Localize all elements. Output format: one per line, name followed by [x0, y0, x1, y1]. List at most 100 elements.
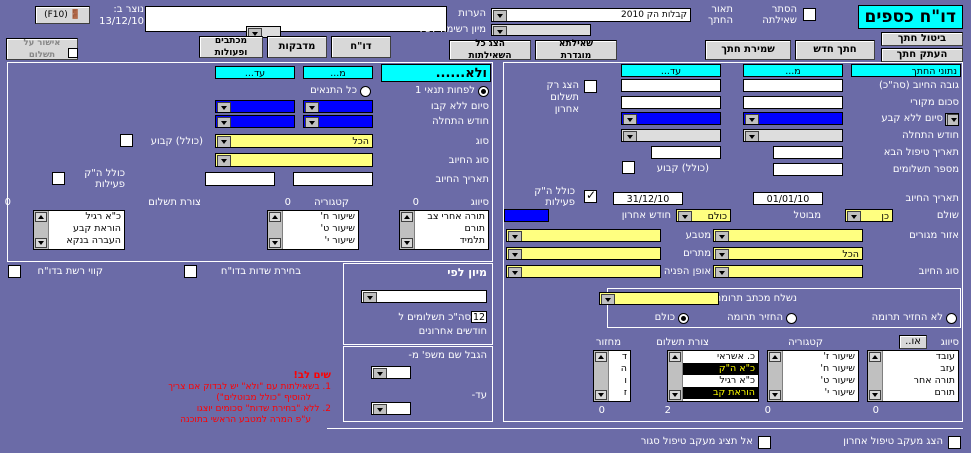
- months-field[interactable]: 12: [471, 311, 487, 323]
- chevron-down-icon[interactable]: [305, 102, 319, 112]
- chevron-down-icon[interactable]: [715, 231, 729, 241]
- list-item[interactable]: שיעור י': [283, 235, 358, 247]
- chevron-down-icon[interactable]: [508, 231, 522, 241]
- save-cut-button[interactable]: שמירת חתך: [705, 40, 791, 60]
- list-item[interactable]: העברה בנקא: [49, 235, 124, 247]
- not-start-to[interactable]: [215, 115, 295, 128]
- saved-query-button[interactable]: שאילתא מוגדרת: [535, 39, 617, 61]
- referral-select[interactable]: [506, 265, 661, 278]
- show-followup-checkbox[interactable]: [948, 436, 961, 449]
- radio-returned[interactable]: [786, 313, 797, 324]
- list-item[interactable]: כ"א רגיל: [683, 375, 758, 387]
- list-item[interactable]: ד: [609, 351, 630, 363]
- bill-type-select[interactable]: [713, 265, 863, 278]
- list-item[interactable]: שיעור ח': [283, 211, 358, 223]
- end-to[interactable]: [621, 112, 721, 125]
- list-item[interactable]: שיעור ט': [783, 375, 858, 387]
- chevron-down-icon[interactable]: [678, 211, 692, 221]
- not-end-from[interactable]: [303, 100, 373, 113]
- siyug-or-button[interactable]: או..: [899, 335, 927, 349]
- chevron-down-icon[interactable]: [601, 294, 615, 304]
- not-incl-fixed-checkbox[interactable]: [120, 134, 133, 147]
- area-select[interactable]: [713, 229, 863, 242]
- chevron-down-icon[interactable]: [305, 117, 319, 127]
- list-item[interactable]: תורה אחר: [883, 375, 958, 387]
- sort-list-field[interactable]: [491, 24, 591, 36]
- list-item[interactable]: תורם: [415, 223, 488, 235]
- choose-fields-checkbox[interactable]: [184, 265, 197, 278]
- chevron-down-icon[interactable]: [373, 368, 387, 378]
- stickers-button[interactable]: מדבקות: [267, 36, 327, 58]
- not-incl-hak-checkbox[interactable]: [52, 172, 65, 185]
- donors-select[interactable]: [506, 247, 661, 260]
- limit-from[interactable]: [371, 366, 411, 379]
- paid-select[interactable]: כן: [845, 209, 893, 222]
- incl-fixed-checkbox[interactable]: [622, 161, 635, 174]
- bill-date-to[interactable]: 31/12/10: [613, 192, 683, 205]
- pay-form-list[interactable]: כ. אשראי כ"א ה"ק כ"א רגיל הוראת קב: [667, 350, 759, 402]
- hide-closed-checkbox[interactable]: [758, 436, 771, 449]
- list-item[interactable]: ו: [609, 375, 630, 387]
- radio-all[interactable]: [678, 313, 689, 324]
- chevron-down-icon[interactable]: [508, 267, 522, 277]
- start-month-from[interactable]: [743, 129, 843, 142]
- new-cut-button[interactable]: חתך חדש: [795, 40, 875, 60]
- show-last-checkbox[interactable]: [584, 80, 597, 93]
- list-item[interactable]: הוראת קב: [683, 387, 758, 399]
- not-start-from[interactable]: [303, 115, 373, 128]
- list-item[interactable]: שיעור י': [783, 387, 858, 399]
- total-to[interactable]: [621, 79, 721, 92]
- cancel-cut-button[interactable]: ביטול חתך: [881, 32, 963, 46]
- payments-from[interactable]: [773, 163, 843, 176]
- end-from[interactable]: [743, 112, 843, 125]
- radio-one-condition[interactable]: [478, 86, 489, 97]
- chevron-down-icon[interactable]: [493, 26, 507, 35]
- list-item[interactable]: תורם: [883, 387, 958, 399]
- siyug-list[interactable]: עובד עזב תורה אחר תורם: [867, 350, 959, 402]
- category-list[interactable]: שיעור ז' שיעור ח' שיעור ט' שיעור י': [767, 350, 859, 402]
- last-month-field[interactable]: [504, 209, 549, 222]
- next-care-to[interactable]: [651, 146, 721, 159]
- notes-field[interactable]: [145, 6, 447, 32]
- list-item[interactable]: הוראת קבע: [49, 223, 124, 235]
- end-toggle[interactable]: [945, 113, 959, 126]
- list-item[interactable]: שיעור ז': [783, 351, 858, 363]
- original-from[interactable]: [743, 96, 843, 109]
- list-item[interactable]: עזב: [883, 363, 958, 375]
- type-select[interactable]: הכל: [713, 247, 863, 260]
- chevron-down-icon[interactable]: [217, 102, 231, 112]
- list-item[interactable]: ה: [609, 363, 630, 375]
- send-letter-select[interactable]: [599, 292, 719, 305]
- chevron-down-icon[interactable]: [947, 114, 958, 125]
- chevron-down-icon[interactable]: [715, 249, 729, 259]
- chevron-down-icon[interactable]: [217, 155, 231, 166]
- chevron-down-icon[interactable]: [623, 114, 637, 124]
- start-month-to[interactable]: [621, 129, 721, 142]
- not-pay-form-list[interactable]: כ"א רגיל הוראת קבע העברה בנקא: [33, 210, 125, 250]
- currency-select[interactable]: [506, 229, 661, 242]
- chevron-down-icon[interactable]: [623, 131, 637, 141]
- list-item[interactable]: ז: [609, 387, 630, 399]
- list-item[interactable]: תלמיד: [415, 235, 488, 247]
- report-button[interactable]: דו"ח: [331, 36, 391, 58]
- chevron-down-icon[interactable]: [493, 10, 507, 21]
- list-item[interactable]: תורה אחרי צב: [415, 211, 488, 223]
- grid-lines-checkbox[interactable]: [8, 265, 21, 278]
- chevron-down-icon[interactable]: [363, 292, 377, 302]
- not-bill-type-select[interactable]: [215, 153, 373, 167]
- exit-button[interactable]: 🚪 (F10): [35, 6, 90, 24]
- chevron-down-icon[interactable]: [217, 117, 231, 127]
- total-from[interactable]: [743, 79, 843, 92]
- not-siyug-list[interactable]: תורה אחרי צב תורם תלמיד: [399, 210, 489, 250]
- not-bill-date-from[interactable]: [293, 172, 373, 186]
- cancelled-select[interactable]: כולם: [676, 209, 731, 222]
- sort-by-select[interactable]: [361, 290, 487, 303]
- description-field[interactable]: קבלות הק 2010: [491, 8, 691, 22]
- hide-query-checkbox[interactable]: [803, 8, 816, 21]
- not-end-to[interactable]: [215, 100, 295, 113]
- chevron-down-icon[interactable]: [745, 131, 759, 141]
- next-care-from[interactable]: [773, 146, 843, 159]
- chevron-down-icon[interactable]: [745, 114, 759, 124]
- copy-cut-button[interactable]: העתק חתך: [881, 48, 963, 62]
- chevron-down-icon[interactable]: [373, 404, 387, 414]
